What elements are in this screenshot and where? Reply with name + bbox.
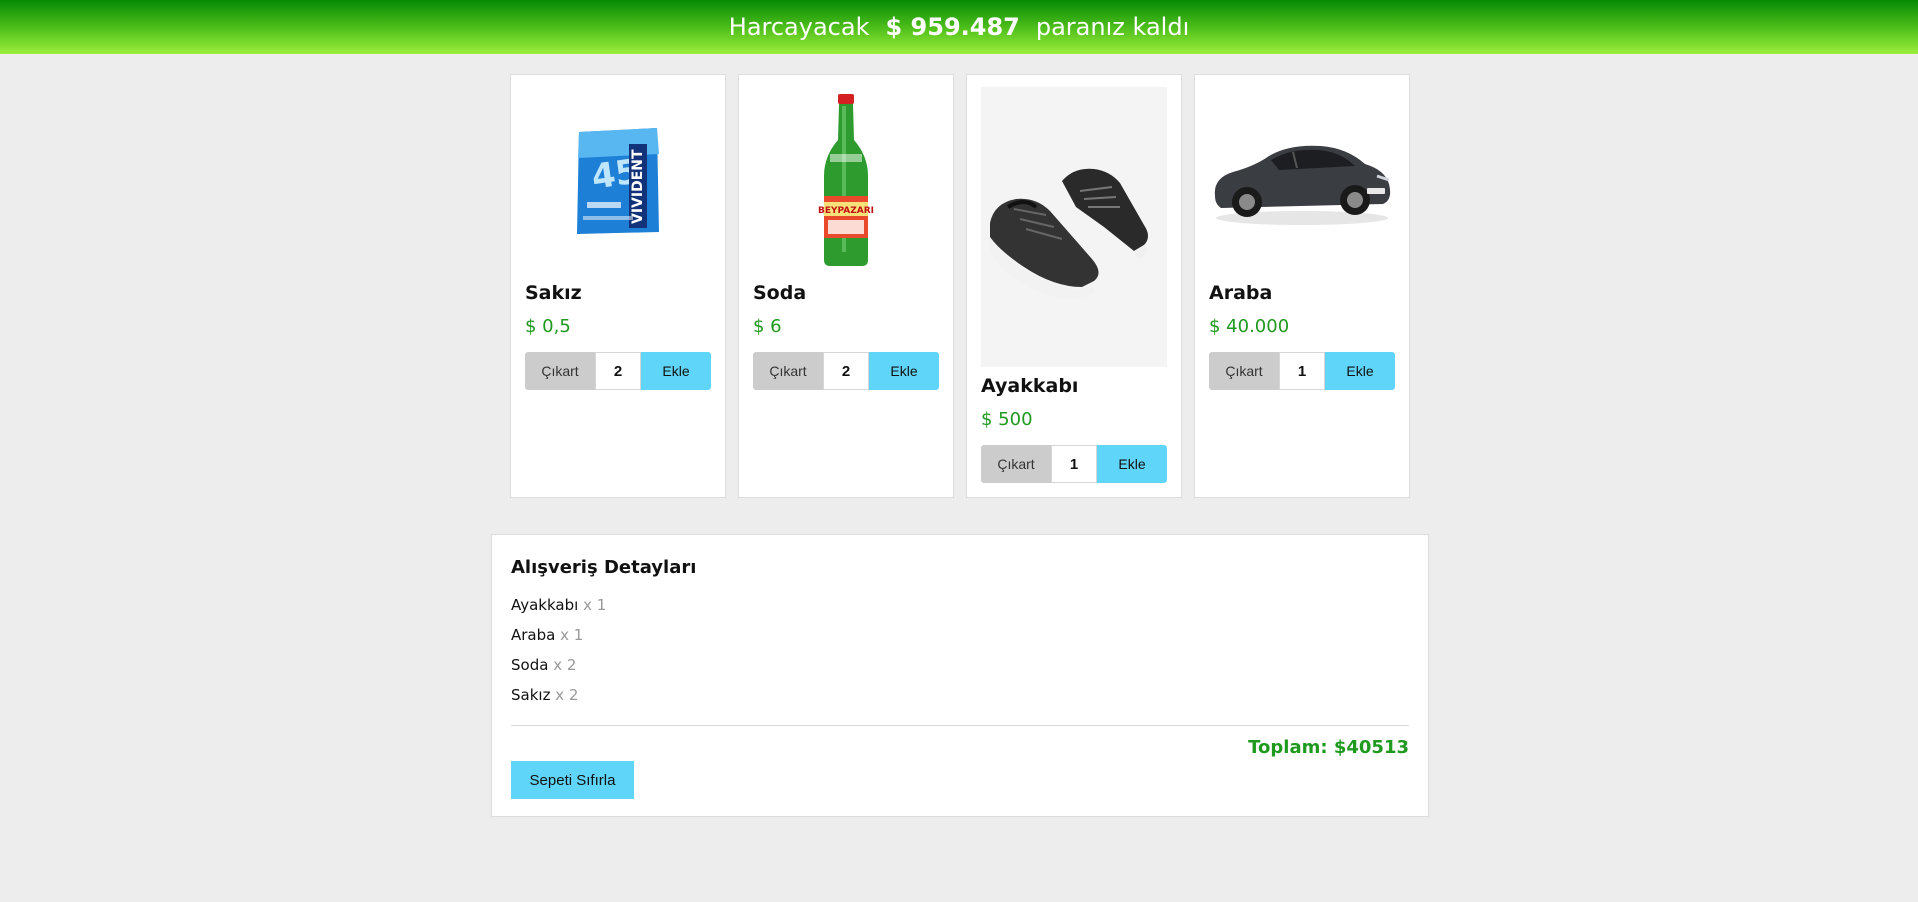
product-image-car (1209, 87, 1395, 273)
quantity-controls: Çıkart Ekle (525, 352, 711, 390)
product-name: Sakız (525, 282, 582, 304)
cart-item: Ayakkabı x 1 (511, 596, 606, 626)
cart-item-name: Araba (511, 626, 556, 644)
cart-item-name: Soda (511, 656, 549, 674)
add-button[interactable]: Ekle (869, 352, 939, 390)
product-price: $ 0,5 (525, 316, 571, 337)
cart-item-list: Ayakkabı x 1 Araba x 1 Soda x 2 Sakız x … (511, 596, 606, 716)
cart-total: Toplam: $40513 (1248, 737, 1409, 758)
divider (511, 725, 1409, 726)
cart-details-panel: Alışveriş Detayları Ayakkabı x 1 Araba x… (491, 534, 1429, 817)
remove-button[interactable]: Çıkart (1209, 352, 1279, 390)
remove-button[interactable]: Çıkart (753, 352, 823, 390)
balance-suffix: paranız kaldı (1035, 13, 1190, 41)
cart-item-qty: x 2 (553, 656, 577, 674)
product-name: Ayakkabı (981, 375, 1079, 397)
quantity-controls: Çıkart Ekle (981, 445, 1167, 483)
cart-item-qty: x 1 (583, 596, 607, 614)
reset-cart-button[interactable]: Sepeti Sıfırla (511, 761, 634, 799)
product-card-araba: Araba $ 40.000 Çıkart Ekle (1194, 74, 1410, 498)
product-price: $ 6 (753, 316, 782, 337)
cart-title: Alışveriş Detayları (511, 557, 697, 578)
product-price: $ 500 (981, 409, 1033, 430)
balance-header: Harcayacak $ 959.487 paranız kaldı (0, 0, 1918, 54)
cart-item: Araba x 1 (511, 626, 606, 656)
product-card-ayakkabi: Ayakkabı $ 500 Çıkart Ekle (966, 74, 1182, 498)
product-card-soda: BEYPAZARI Soda $ 6 Çıkart Ekle (738, 74, 954, 498)
cart-item: Sakız x 2 (511, 686, 606, 716)
remove-button[interactable]: Çıkart (525, 352, 595, 390)
add-button[interactable]: Ekle (641, 352, 711, 390)
balance-prefix: Harcayacak (728, 13, 870, 41)
product-image-gum: 45' VIVIDENT (525, 87, 711, 273)
cart-item-name: Ayakkabı (511, 596, 579, 614)
cart-item: Soda x 2 (511, 656, 606, 686)
product-list: 45' VIVIDENT Sakız $ 0,5 Çıkart Ekle BEY… (510, 74, 1410, 498)
product-name: Soda (753, 282, 807, 304)
product-image-shoes (981, 87, 1167, 367)
quantity-input[interactable] (823, 352, 869, 390)
quantity-controls: Çıkart Ekle (1209, 352, 1395, 390)
quantity-input[interactable] (1279, 352, 1325, 390)
quantity-input[interactable] (1051, 445, 1097, 483)
remove-button[interactable]: Çıkart (981, 445, 1051, 483)
product-image-soda-bottle: BEYPAZARI (753, 87, 939, 273)
cart-item-qty: x 2 (555, 686, 579, 704)
add-button[interactable]: Ekle (1325, 352, 1395, 390)
add-button[interactable]: Ekle (1097, 445, 1167, 483)
cart-item-name: Sakız (511, 686, 551, 704)
balance-amount: $ 959.487 (885, 13, 1020, 41)
product-price: $ 40.000 (1209, 316, 1290, 337)
quantity-input[interactable] (595, 352, 641, 390)
cart-item-qty: x 1 (560, 626, 584, 644)
product-card-sakiz: 45' VIVIDENT Sakız $ 0,5 Çıkart Ekle (510, 74, 726, 498)
svg-text:BEYPAZARI: BEYPAZARI (818, 206, 874, 216)
svg-text:VIVIDENT: VIVIDENT (630, 149, 646, 224)
quantity-controls: Çıkart Ekle (753, 352, 939, 390)
product-name: Araba (1209, 282, 1273, 304)
